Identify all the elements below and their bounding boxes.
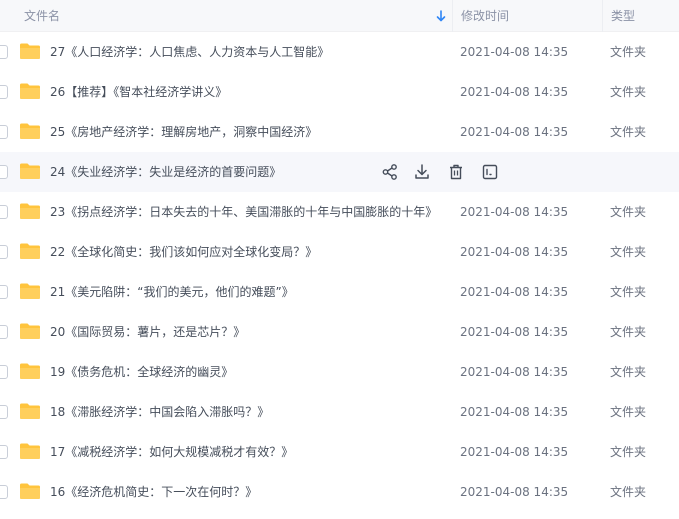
row-checkbox[interactable] — [0, 205, 8, 219]
folder-icon — [20, 323, 40, 339]
column-header-name-label: 文件名 — [24, 9, 61, 23]
table-row[interactable]: 25《房地产经济学：理解房地产，洞察中国经济》 2021-04-08 14:35… — [0, 112, 679, 152]
delete-icon[interactable] — [446, 162, 466, 182]
modified-time: 2021-04-08 14:35 — [460, 485, 569, 499]
file-name[interactable]: 27《人口经济学：人口焦虑、人力资本与人工智能》 — [50, 32, 329, 72]
file-type: 文件夹 — [610, 45, 647, 59]
file-name[interactable]: 18《滞胀经济学：中国会陷入滞胀吗？》 — [50, 392, 269, 432]
table-row[interactable]: 16《经济危机简史：下一次在何时？》 2021-04-08 14:35 文件夹 — [0, 472, 679, 512]
file-type: 文件夹 — [610, 405, 647, 419]
list-header: 文件名 修改时间 类型 — [0, 0, 679, 32]
file-type: 文件夹 — [610, 485, 647, 499]
file-type: 文件夹 — [610, 245, 647, 259]
row-checkbox[interactable] — [0, 405, 8, 419]
file-type: 文件夹 — [610, 205, 647, 219]
modified-time: 2021-04-08 14:35 — [460, 285, 569, 299]
row-checkbox[interactable] — [0, 85, 8, 99]
file-name[interactable]: 26【推荐】《智本社经济学讲义》 — [50, 72, 227, 112]
row-checkbox[interactable] — [0, 285, 8, 299]
file-name[interactable]: 19《债务危机：全球经济的幽灵》 — [50, 352, 233, 392]
file-name[interactable]: 23《拐点经济学：日本失去的十年、美国滞胀的十年与中国膨胀的十年》 — [50, 192, 437, 232]
table-row[interactable]: 21《美元陷阱：“我们的美元，他们的难题”》 2021-04-08 14:35 … — [0, 272, 679, 312]
folder-icon — [20, 123, 40, 139]
download-icon[interactable] — [412, 162, 432, 182]
file-name[interactable]: 25《房地产经济学：理解房地产，洞察中国经济》 — [50, 112, 317, 152]
share-icon[interactable] — [380, 162, 400, 182]
row-checkbox[interactable] — [0, 485, 8, 499]
file-name[interactable]: 16《经济危机简史：下一次在何时？》 — [50, 472, 257, 512]
file-name[interactable]: 24《失业经济学：失业是经济的首要问题》 — [50, 152, 281, 192]
table-row[interactable]: 26【推荐】《智本社经济学讲义》 2021-04-08 14:35 文件夹 — [0, 72, 679, 112]
file-type: 文件夹 — [610, 125, 647, 139]
table-row[interactable]: 19《债务危机：全球经济的幽灵》 2021-04-08 14:35 文件夹 — [0, 352, 679, 392]
file-list: 文件名 修改时间 类型 27《人口经济学：人口焦虑、人力资本与人工智能》 202… — [0, 0, 679, 519]
file-name[interactable]: 17《减税经济学：如何大规模减税才有效？》 — [50, 432, 293, 472]
modified-time: 2021-04-08 14:35 — [460, 245, 569, 259]
row-checkbox[interactable] — [0, 365, 8, 379]
file-name[interactable]: 22《全球化简史：我们该如何应对全球化变局？》 — [50, 232, 317, 272]
file-type: 文件夹 — [610, 365, 647, 379]
table-row[interactable]: 23《拐点经济学：日本失去的十年、美国滞胀的十年与中国膨胀的十年》 2021-0… — [0, 192, 679, 232]
folder-icon — [20, 363, 40, 379]
column-header-type[interactable]: 类型 — [602, 0, 679, 32]
more-icon[interactable] — [480, 162, 500, 182]
folder-icon — [20, 443, 40, 459]
row-checkbox[interactable] — [0, 325, 8, 339]
modified-time: 2021-04-08 14:35 — [460, 45, 569, 59]
column-header-type-label: 类型 — [611, 9, 636, 23]
table-row[interactable]: 27《人口经济学：人口焦虑、人力资本与人工智能》 2021-04-08 14:3… — [0, 32, 679, 72]
file-type: 文件夹 — [610, 285, 647, 299]
column-header-name[interactable]: 文件名 — [0, 0, 452, 32]
row-checkbox[interactable] — [0, 45, 8, 59]
row-checkbox[interactable] — [0, 445, 8, 459]
column-header-time[interactable]: 修改时间 — [452, 0, 602, 32]
folder-icon — [20, 203, 40, 219]
table-row[interactable]: 18《滞胀经济学：中国会陷入滞胀吗？》 2021-04-08 14:35 文件夹 — [0, 392, 679, 432]
folder-icon — [20, 483, 40, 499]
file-name[interactable]: 20《国际贸易：薯片，还是芯片？》 — [50, 312, 245, 352]
row-checkbox[interactable] — [0, 245, 8, 259]
folder-icon — [20, 43, 40, 59]
table-row[interactable]: 22《全球化简史：我们该如何应对全球化变局？》 2021-04-08 14:35… — [0, 232, 679, 272]
folder-icon — [20, 243, 40, 259]
file-rows: 27《人口经济学：人口焦虑、人力资本与人工智能》 2021-04-08 14:3… — [0, 32, 679, 512]
file-type: 文件夹 — [610, 445, 647, 459]
file-type: 文件夹 — [610, 325, 647, 339]
modified-time: 2021-04-08 14:35 — [460, 405, 569, 419]
folder-icon — [20, 163, 40, 179]
table-row[interactable]: 17《减税经济学：如何大规模减税才有效？》 2021-04-08 14:35 文… — [0, 432, 679, 472]
table-row[interactable]: 24《失业经济学：失业是经济的首要问题》 — [0, 152, 679, 192]
table-row[interactable]: 20《国际贸易：薯片，还是芯片？》 2021-04-08 14:35 文件夹 — [0, 312, 679, 352]
modified-time: 2021-04-08 14:35 — [460, 125, 569, 139]
modified-time: 2021-04-08 14:35 — [460, 325, 569, 339]
file-name[interactable]: 21《美元陷阱：“我们的美元，他们的难题”》 — [50, 272, 294, 312]
modified-time: 2021-04-08 14:35 — [460, 445, 569, 459]
modified-time: 2021-04-08 14:35 — [460, 205, 569, 219]
modified-time: 2021-04-08 14:35 — [460, 85, 569, 99]
folder-icon — [20, 403, 40, 419]
column-header-time-label: 修改时间 — [461, 9, 510, 23]
row-checkbox[interactable] — [0, 125, 8, 139]
sort-down-arrow-icon[interactable] — [436, 10, 446, 22]
modified-time: 2021-04-08 14:35 — [460, 365, 569, 379]
folder-icon — [20, 283, 40, 299]
row-checkbox[interactable] — [0, 165, 8, 179]
file-type: 文件夹 — [610, 85, 647, 99]
folder-icon — [20, 83, 40, 99]
